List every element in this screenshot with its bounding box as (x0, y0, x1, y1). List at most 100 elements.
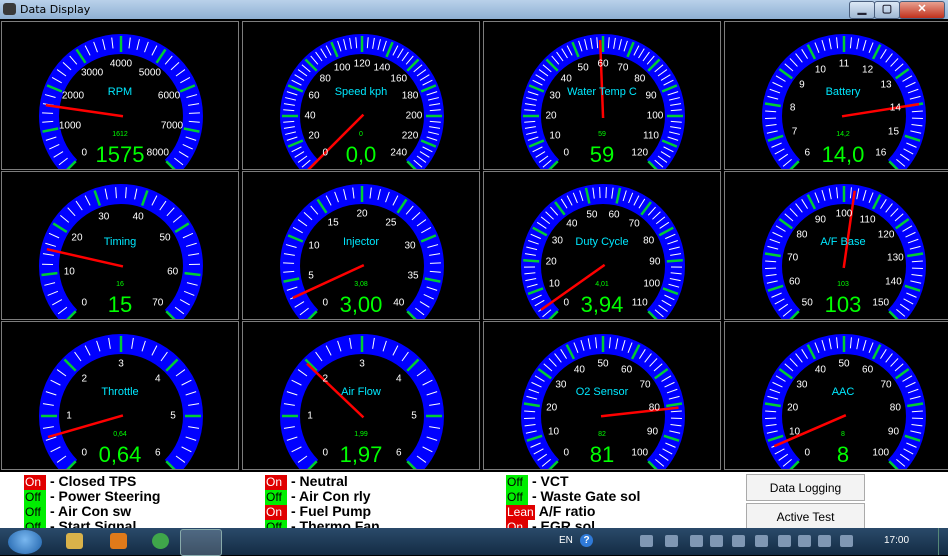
gauge-raw-value: 1,99 (243, 431, 479, 438)
gauge-tick-label: 3 (359, 359, 365, 370)
gauge-tick-label: 25 (385, 217, 396, 228)
gauge-tick-label: 10 (64, 266, 75, 277)
status-indicator: Off (506, 490, 528, 505)
gauge-tick-label: 60 (608, 210, 619, 221)
gauge-label: Throttle (2, 386, 238, 398)
major-tick (523, 260, 539, 261)
status-label: - VCT (532, 473, 569, 489)
status-item: Off - Power Steering (24, 489, 160, 504)
maximize-button[interactable]: ▢ (874, 1, 900, 19)
close-button[interactable]: ✕ (899, 1, 945, 19)
gauge-tick-label: 5 (411, 411, 417, 422)
language-indicator[interactable]: EN (559, 535, 573, 546)
gauge-tick-label: 20 (545, 111, 556, 122)
gauge-raw-value: 14,2 (725, 131, 948, 138)
show-desktop-button[interactable] (938, 528, 948, 555)
battery-icon[interactable] (778, 535, 791, 547)
minor-tick (765, 411, 776, 412)
tray-icon-4[interactable] (732, 535, 745, 547)
gauge-tick-label: 40 (815, 364, 826, 375)
gauge-raw-value: 4,01 (484, 281, 720, 288)
gauge-raw-value: 103 (725, 281, 948, 288)
status-label: - Start Signal (50, 518, 136, 528)
major-tick (42, 273, 58, 275)
tray-icon-1[interactable] (640, 535, 653, 547)
minor-tick (765, 111, 776, 112)
gauge-label: O2 Sensor (484, 386, 720, 398)
gauge-tick-label: 40 (304, 111, 315, 122)
gauge-tick-label: 50 (578, 62, 589, 73)
gauge-tick-label: 40 (566, 219, 577, 230)
gauge-tick-label: 20 (356, 209, 367, 220)
gauge-value: 3,00 (243, 292, 479, 318)
status-label: - Power Steering (50, 488, 160, 504)
gauge-tick-label: 100 (836, 209, 853, 220)
gauge-label: Timing (2, 236, 238, 248)
gauge-label: Injector (243, 236, 479, 248)
file-explorer-icon[interactable] (66, 533, 83, 549)
gauge-label: AAC (725, 386, 948, 398)
gauge-tick-label: 3 (118, 359, 124, 370)
gauge-raw-value: 3,08 (243, 281, 479, 288)
start-button[interactable] (8, 530, 42, 554)
data-display-taskbar-button[interactable] (180, 529, 222, 556)
tray-icon-2[interactable] (665, 535, 678, 547)
major-tick (185, 273, 201, 275)
gauge-tick-label: 2 (322, 374, 328, 385)
network-icon[interactable] (798, 535, 811, 547)
action-center-icon[interactable] (840, 535, 853, 547)
gauge-speed-kph: 020406080100120140160180200220240Speed k… (242, 21, 480, 170)
flag-icon[interactable] (710, 535, 723, 547)
window-title: Data Display (20, 3, 90, 16)
gauge-label: Speed kph (243, 86, 479, 98)
gauge-tick-label: 4000 (110, 59, 132, 70)
status-item: LeanA/F ratio (506, 504, 595, 519)
gauge-tick-label: 50 (838, 359, 849, 370)
gauge-tick-label: 40 (133, 211, 144, 222)
volume-icon[interactable] (818, 535, 831, 547)
status-item: Off - Waste Gate sol (506, 489, 640, 504)
gauge-raw-value: 0 (243, 131, 479, 138)
gauge-tick-label: 10 (815, 64, 826, 75)
gauge-tick-label: 60 (621, 364, 632, 375)
status-label: - Air Con rly (291, 488, 371, 504)
gauge-tick-label: 40 (561, 74, 572, 85)
gauge-raw-value: 0,64 (2, 431, 238, 438)
minor-tick (912, 111, 923, 112)
gauge-value: 1,97 (243, 442, 479, 468)
media-player-icon[interactable] (110, 533, 127, 549)
active-test-button[interactable]: Active Test (746, 503, 865, 528)
title-bar: Data Display ▁ ▢ ✕ (0, 0, 948, 19)
help-icon[interactable]: ? (580, 534, 593, 547)
major-tick (667, 260, 683, 261)
minor-tick (912, 261, 923, 262)
gauge-tick-label: 50 (586, 210, 597, 221)
clock[interactable]: 17:00 (884, 535, 909, 546)
status-item: Off- Air Con sw (24, 504, 131, 519)
gauge-tick-label: 60 (167, 266, 178, 277)
gauge-value: 0,0 (243, 142, 479, 168)
gauge-tick-label: 20 (787, 402, 798, 413)
gauge-tick-label: 60 (597, 59, 608, 70)
gauge-label: RPM (2, 86, 238, 98)
gauge-tick-label: 140 (374, 62, 391, 73)
tray-icon-5[interactable] (755, 535, 768, 547)
status-indicator: On (24, 475, 46, 490)
minimize-button[interactable]: ▁ (849, 1, 875, 19)
status-item: Off- VCT (506, 474, 569, 489)
status-indicator: Off (24, 490, 46, 505)
gauge-tick-label: 50 (597, 359, 608, 370)
status-label: - Waste Gate sol (532, 488, 640, 504)
gauge-aac: 0102030405060708090100AAC88 (724, 321, 948, 470)
gauge-value: 3,94 (484, 292, 720, 318)
status-label: A/F ratio (539, 503, 596, 519)
gauge-tick-label: 20 (546, 257, 557, 268)
gauge-value: 59 (484, 142, 720, 168)
chrome-icon[interactable] (152, 533, 169, 549)
status-indicator: On (506, 520, 528, 528)
data-logging-button[interactable]: Data Logging (746, 474, 865, 501)
gauge-tick-label: 12 (862, 64, 873, 75)
status-indicator: Off (265, 490, 287, 505)
tray-icon-3[interactable] (690, 535, 703, 547)
gauge-tick-label: 8 (790, 102, 796, 113)
